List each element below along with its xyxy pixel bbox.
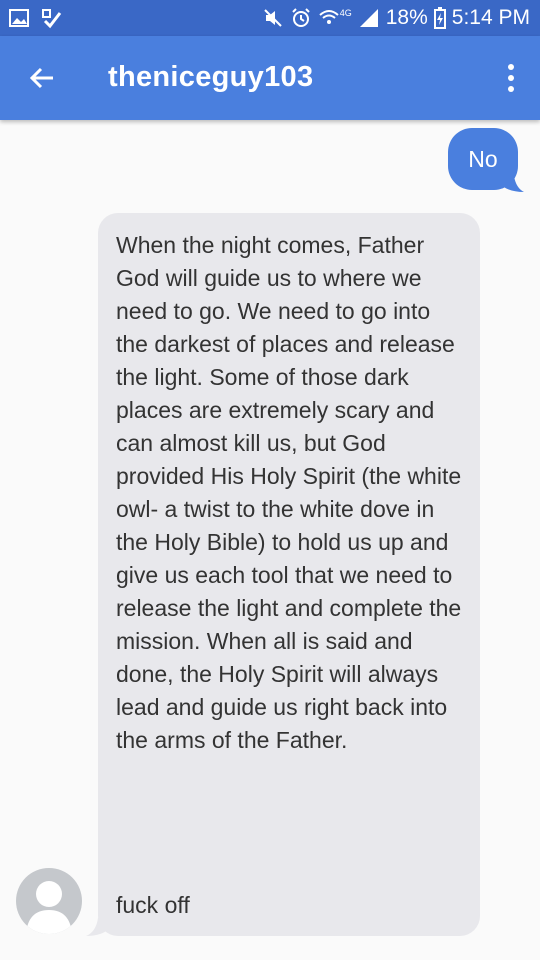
status-time: 5:14 PM [451, 6, 530, 29]
conversation-title: theniceguy103 [108, 61, 314, 93]
wifi-icon [319, 10, 339, 24]
avatar[interactable] [16, 868, 82, 934]
battery-charging-icon [433, 7, 446, 29]
more-vert-icon-dot [508, 64, 514, 70]
arrow-back-icon [29, 67, 53, 89]
more-options-button[interactable] [500, 60, 522, 96]
outgoing-bubble-tail [500, 176, 524, 192]
status-notifications [8, 7, 62, 29]
outgoing-message-text: No [468, 145, 498, 172]
incoming-message-text: When the night comes, Father God will gu… [116, 232, 462, 753]
incoming-message-bubble[interactable]: When the night comes, Father God will gu… [98, 213, 480, 936]
more-vert-icon-dot [508, 75, 514, 81]
incoming-message-text-reply: fuck off [116, 892, 190, 918]
network-type: 4G [339, 8, 352, 18]
gallery-icon [9, 9, 29, 27]
signal-icon [359, 9, 378, 27]
more-vert-icon-dot [508, 86, 514, 92]
battery-percent: 18% [385, 6, 428, 29]
check-notification-icon [42, 9, 62, 29]
app-bar: theniceguy103 [0, 36, 540, 120]
default-avatar-icon [26, 881, 72, 934]
status-system: 4G 18% 5:14 PM [262, 6, 530, 30]
status-bar: 4G 18% 5:14 PM [0, 0, 540, 36]
mute-icon [264, 9, 282, 27]
back-button[interactable] [22, 60, 62, 96]
alarm-icon [292, 8, 310, 27]
